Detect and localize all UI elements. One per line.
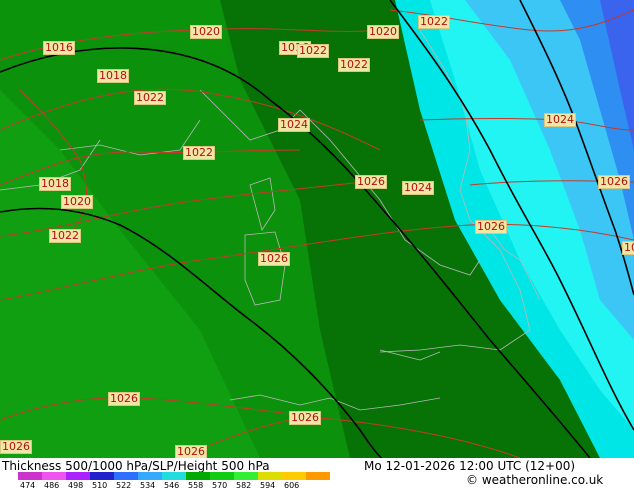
isobar-label: 1026 [622, 241, 634, 255]
isobar-label: 1022 [183, 146, 215, 160]
isobar-label: 1026 [175, 445, 207, 458]
isobar-label: 1016 [43, 41, 75, 55]
isobar-label: 1022 [338, 58, 370, 72]
legend-swatch [258, 472, 282, 480]
legend-tick-label: 510 [92, 481, 108, 490]
isobar-label: 1026 [598, 175, 630, 189]
isobar-label: 1022 [418, 15, 450, 29]
isobar-label: 1024 [278, 118, 310, 132]
color-legend: 474 486 498 510 522 534 546 558 570 582 594 606 [0, 472, 330, 490]
isobar-label: 1020 [367, 25, 399, 39]
isobar-label: 1022 [297, 44, 329, 58]
legend-tick-label: 486 [44, 481, 60, 490]
isobar-label: 1022 [49, 229, 81, 243]
legend-swatch [186, 472, 210, 480]
isobar-label: 1026 [258, 252, 290, 266]
isobar-label: 1026 [475, 220, 507, 234]
legend-tick-label: 474 [20, 481, 36, 490]
legend-swatch [234, 472, 258, 480]
isobar-label: 1022 [134, 91, 166, 105]
isobar-label: 1026 [355, 175, 387, 189]
legend-swatch [162, 472, 186, 480]
isobar-label: 1026 [289, 411, 321, 425]
legend-swatch [66, 472, 90, 480]
isobar-label: 1026 [108, 392, 140, 406]
valid-time: Mo 12-01-2026 12:00 UTC (12+00) [364, 459, 576, 473]
isobar-label: 1026 [0, 440, 32, 454]
legend-tick-label: 534 [140, 481, 156, 490]
isobar-label: 1020 [190, 25, 222, 39]
isobar-label: 1018 [39, 177, 71, 191]
legend-swatch [42, 472, 66, 480]
legend-swatch [210, 472, 234, 480]
legend-swatch [18, 472, 42, 480]
legend-swatch [90, 472, 114, 480]
legend-tick-label: 582 [236, 481, 252, 490]
isobar-label: 1024 [544, 113, 576, 127]
map-canvas [0, 0, 634, 458]
legend-swatch [114, 472, 138, 480]
legend-tick-label: 570 [212, 481, 228, 490]
legend-swatch [306, 472, 330, 480]
weather-map: 1016 1020 1022 1018 1022 1024 1016 1020 … [0, 0, 634, 458]
legend-tick-label: 558 [188, 481, 204, 490]
isobar-label: 1024 [402, 181, 434, 195]
legend-tick-label: 594 [260, 481, 276, 490]
copyright-link[interactable]: © weatheronline.co.uk [466, 473, 603, 487]
isobar-label: 1020 [61, 195, 93, 209]
isobar-label: 1018 [97, 69, 129, 83]
legend-swatch [282, 472, 306, 480]
legend-swatch [138, 472, 162, 480]
legend-tick-label: 522 [116, 481, 132, 490]
legend-tick-label: 546 [164, 481, 180, 490]
legend-tick-label: 498 [68, 481, 84, 490]
map-title: Thickness 500/1000 hPa/SLP/Height 500 hP… [2, 459, 270, 473]
legend-tick-label: 606 [284, 481, 300, 490]
